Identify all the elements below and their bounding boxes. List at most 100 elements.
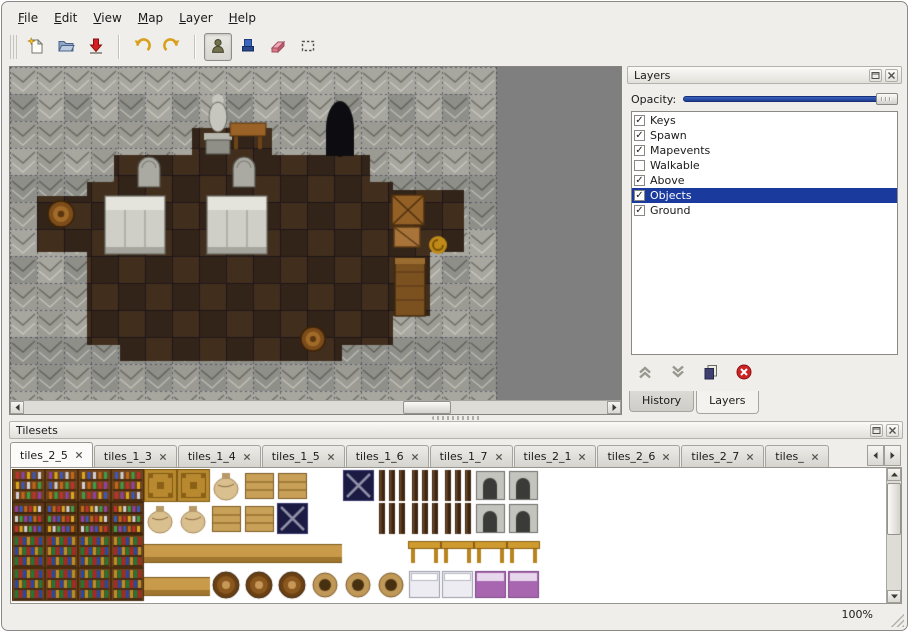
opacity-row: Opacity: <box>631 91 898 107</box>
layer-row-keys[interactable]: ✓Keys <box>632 113 897 128</box>
opacity-slider-groove <box>683 96 898 102</box>
tabs-scroll-left-button[interactable] <box>867 445 884 466</box>
tilesets-panel-title: Tilesets <box>16 424 58 437</box>
layer-row-walkable[interactable]: Walkable <box>632 158 897 173</box>
tab-close-icon[interactable] <box>578 453 586 461</box>
splitter-handle[interactable] <box>432 416 482 420</box>
dock-tab-layers[interactable]: Layers <box>696 391 758 414</box>
stamp-tool-button[interactable] <box>204 33 232 61</box>
hscroll-track[interactable] <box>24 401 607 414</box>
layer-row-objects[interactable]: ✓ Objects <box>632 188 897 203</box>
redo-button[interactable] <box>158 33 186 61</box>
map-view[interactable] <box>9 66 622 415</box>
scroll-down-button[interactable] <box>887 590 901 603</box>
toolbar-separator <box>118 35 120 59</box>
tab-close-icon[interactable] <box>746 453 754 461</box>
tab-close-icon[interactable] <box>243 453 251 461</box>
layer-name: Mapevents <box>650 144 710 157</box>
tileset-tab-tiles_1_5[interactable]: tiles_1_5 <box>262 445 345 467</box>
tileset-tab-label: tiles_1_5 <box>272 450 320 463</box>
zoom-level: 100% <box>842 608 873 621</box>
hscroll-thumb[interactable] <box>403 401 451 414</box>
layer-visibility-checkbox[interactable]: ✓ <box>634 145 645 156</box>
app-window: FileEditViewMapLayerHelp Layers Opacity: <box>1 1 908 631</box>
layer-visibility-checkbox[interactable]: ✓ <box>634 190 645 201</box>
vscroll-thumb[interactable] <box>887 483 901 535</box>
new-file-button[interactable] <box>22 33 50 61</box>
float-panel-icon[interactable] <box>869 69 882 82</box>
scroll-left-button[interactable] <box>10 401 24 414</box>
layer-row-ground[interactable]: ✓Ground <box>632 203 897 218</box>
lower-layer-button[interactable] <box>668 362 688 382</box>
tileset-tab-tiles_[interactable]: tiles_ <box>765 445 828 467</box>
dock-tab-history[interactable]: History <box>629 391 694 412</box>
layer-row-mapevents[interactable]: ✓ Mapevents <box>632 143 897 158</box>
tileset-tab-label: tiles_2_6 <box>607 450 655 463</box>
layer-visibility-checkbox[interactable]: ✓ <box>634 130 645 141</box>
menu-item-layer[interactable]: Layer <box>171 9 220 28</box>
menubar: FileEditViewMapLayerHelp <box>10 9 264 28</box>
eraser-tool-button[interactable] <box>264 33 292 61</box>
scroll-up-button[interactable] <box>887 468 901 481</box>
tileset-tab-tiles_1_4[interactable]: tiles_1_4 <box>178 445 261 467</box>
vscroll-track[interactable] <box>887 481 901 590</box>
delete-layer-button[interactable] <box>734 362 754 382</box>
menu-item-map[interactable]: Map <box>130 9 171 28</box>
scroll-right-button[interactable] <box>607 401 621 414</box>
tab-close-icon[interactable] <box>327 453 335 461</box>
tab-close-icon[interactable] <box>75 451 83 459</box>
opacity-slider-handle[interactable] <box>876 93 898 105</box>
close-panel-icon[interactable] <box>885 69 898 82</box>
layer-row-spawn[interactable]: ✓Spawn <box>632 128 897 143</box>
tileset-tab-tiles_2_1[interactable]: tiles_2_1 <box>514 445 597 467</box>
tileset-tab-tiles_1_6[interactable]: tiles_1_6 <box>346 445 429 467</box>
tileset-tab-label: tiles_2_1 <box>524 450 572 463</box>
tileset-tab-tiles_1_7[interactable]: tiles_1_7 <box>430 445 513 467</box>
menu-item-edit[interactable]: Edit <box>46 9 85 28</box>
tileset-tab-label: tiles_1_3 <box>104 450 152 463</box>
toolbar-handle[interactable] <box>10 35 17 59</box>
resize-grip[interactable] <box>891 614 904 627</box>
tab-close-icon[interactable] <box>662 453 670 461</box>
tileset-tab-tiles_2_5[interactable]: tiles_2_5 <box>10 442 93 467</box>
layer-visibility-checkbox[interactable]: ✓ <box>634 205 645 216</box>
duplicate-layer-button[interactable] <box>701 362 721 382</box>
layer-visibility-checkbox[interactable]: ✓ <box>634 115 645 126</box>
layer-name: Walkable <box>650 159 700 172</box>
tileset-tab-label: tiles_1_7 <box>440 450 488 463</box>
tileset-tab-tiles_2_6[interactable]: tiles_2_6 <box>597 445 680 467</box>
tileset-tab-tiles_1_3[interactable]: tiles_1_3 <box>94 445 177 467</box>
tileset-tab-tiles_2_7[interactable]: tiles_2_7 <box>681 445 764 467</box>
float-panel-icon[interactable] <box>870 424 883 437</box>
close-panel-icon[interactable] <box>886 424 899 437</box>
fill-tool-button[interactable] <box>234 33 262 61</box>
layer-visibility-checkbox[interactable]: ✓ <box>634 175 645 186</box>
layer-list[interactable]: ✓Keys✓Spawn✓MapeventsWalkable✓Above✓Obje… <box>631 111 898 355</box>
menu-item-file[interactable]: File <box>10 9 46 28</box>
opacity-slider[interactable] <box>683 92 898 106</box>
save-button[interactable] <box>82 33 110 61</box>
undo-button[interactable] <box>128 33 156 61</box>
tilesets-panel-header: Tilesets <box>9 421 903 439</box>
layer-name: Objects <box>650 189 692 202</box>
layer-visibility-checkbox[interactable] <box>634 160 645 171</box>
dock-tabs: HistoryLayers <box>629 391 761 415</box>
tab-close-icon[interactable] <box>159 453 167 461</box>
tileset-canvas[interactable] <box>12 469 546 602</box>
tileset-tab-label: tiles_1_6 <box>356 450 404 463</box>
select-tool-button[interactable] <box>294 33 322 61</box>
map-hscrollbar[interactable] <box>10 400 621 414</box>
fill-tool-icon <box>239 37 257 58</box>
menu-item-help[interactable]: Help <box>221 9 264 28</box>
layer-row-above[interactable]: ✓Above <box>632 173 897 188</box>
redo-icon <box>163 37 181 58</box>
menu-item-view[interactable]: View <box>85 9 129 28</box>
tabs-scroll-right-button[interactable] <box>884 445 901 466</box>
open-folder-button[interactable] <box>52 33 80 61</box>
tab-close-icon[interactable] <box>495 453 503 461</box>
tab-close-icon[interactable] <box>811 453 819 461</box>
map-canvas[interactable] <box>10 67 621 400</box>
tileset-vscrollbar[interactable] <box>886 468 901 603</box>
tab-close-icon[interactable] <box>411 453 419 461</box>
raise-layer-button[interactable] <box>635 362 655 382</box>
